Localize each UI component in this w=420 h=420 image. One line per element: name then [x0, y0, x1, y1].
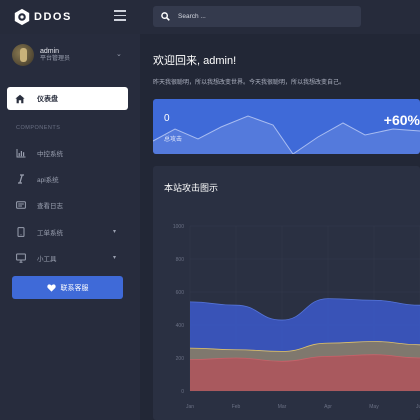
x-tick-label: May — [369, 404, 379, 410]
sidebar-item-label: 小工具 — [37, 256, 57, 263]
sidebar-item-label: 工单系统 — [37, 230, 63, 237]
y-tick-label: 600 — [176, 290, 185, 296]
page-subtitle: 昨天我很聪明，所以我想改变世界。今天我很聪明，所以我想改变自己。 — [153, 80, 346, 86]
user-name: admin — [40, 47, 60, 55]
x-tick-label: Mar — [278, 404, 287, 410]
italic-icon — [18, 174, 24, 184]
monitor-icon — [16, 253, 26, 263]
attack-chart-card: 本站攻击图示 0 200 400 600 800 1000 Jan Feb Mar Apr May J… — [153, 166, 420, 420]
section-heading: COMPONENTS — [16, 125, 61, 131]
chevron-down-icon: ▾ — [113, 229, 117, 235]
stat-value: 0 — [164, 113, 170, 124]
stat-sparkline — [153, 115, 420, 154]
heart-icon — [46, 283, 56, 292]
user-profile[interactable]: admin 平台管理员 ⌄ — [12, 42, 130, 68]
sidebar-item-logs[interactable]: 查看日志 — [16, 198, 128, 212]
chevron-down-icon: ▾ — [113, 255, 117, 261]
x-tick-label: Apr — [324, 404, 332, 410]
home-icon — [15, 94, 25, 103]
bar-chart-icon — [16, 149, 26, 158]
y-tick-label: 0 — [181, 389, 184, 395]
tablet-icon — [17, 227, 25, 237]
y-tick-label: 200 — [176, 356, 185, 362]
stat-percent: +60% — [383, 112, 420, 128]
y-tick-label: 400 — [176, 323, 185, 329]
search-icon — [161, 12, 170, 21]
sidebar-item-control[interactable]: 中控系统 — [16, 146, 128, 160]
brand-bar: DDOS — [0, 0, 140, 34]
x-tick-label: Jun — [416, 404, 420, 410]
sidebar-item-api[interactable]: api系统 — [16, 172, 128, 186]
y-tick-label: 800 — [176, 257, 185, 263]
menu-toggle-icon[interactable] — [114, 10, 126, 22]
sidebar-item-tickets[interactable]: 工单系统 ▾ — [16, 225, 128, 239]
stat-card: 0 总攻击 +60% — [153, 99, 420, 154]
contact-support-label: 联系客服 — [60, 284, 89, 292]
user-role: 平台管理员 — [40, 55, 71, 62]
page-title: 欢迎回来, admin! — [153, 55, 237, 67]
avatar — [12, 44, 34, 66]
attack-area-chart: 0 200 400 600 800 1000 Jan Feb Mar Apr May Jun — [173, 224, 420, 410]
x-tick-label: Feb — [232, 404, 241, 410]
sidebar-item-dashboard[interactable]: 仪表盘 — [7, 87, 128, 110]
search-input[interactable]: Search ... — [153, 6, 361, 27]
sidebar-item-tools[interactable]: 小工具 ▾ — [16, 251, 128, 265]
sidebar-item-label: api系统 — [37, 177, 59, 184]
sidebar-item-label: 仪表盘 — [37, 95, 58, 103]
brand-name: DDOS — [34, 11, 72, 23]
sidebar: DDOS admin 平台管理员 ⌄ 仪表盘 COMPONENTS 中控系统 a… — [0, 0, 140, 420]
log-icon — [16, 201, 26, 209]
contact-support-button[interactable]: 联系客服 — [12, 276, 123, 299]
sidebar-item-label: 查看日志 — [37, 203, 63, 210]
topbar: Search ... — [140, 0, 420, 34]
sidebar-item-label: 中控系统 — [37, 151, 63, 158]
chevron-down-icon: ⌄ — [116, 51, 122, 58]
search-placeholder: Search ... — [178, 13, 206, 20]
stat-label: 总攻击 — [164, 137, 183, 143]
y-tick-label: 1000 — [173, 224, 184, 230]
area-series-2 — [190, 354, 420, 391]
x-tick-label: Jan — [186, 404, 194, 410]
logo-icon — [14, 8, 30, 26]
